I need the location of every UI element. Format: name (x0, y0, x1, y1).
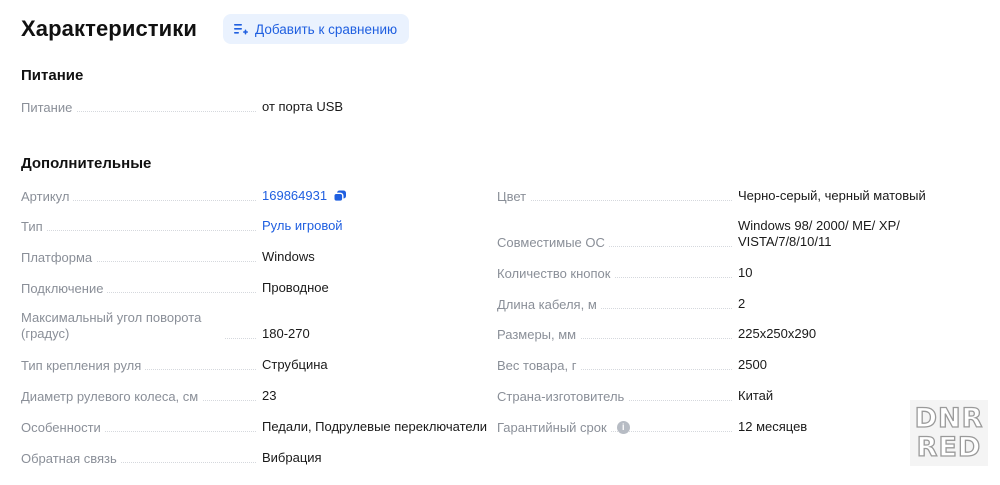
spec-label: Вес товара, г (497, 357, 738, 373)
spec-row-mount-type: Тип крепления руля Струбцина (21, 357, 328, 373)
spec-value: Струбцина (262, 357, 328, 372)
spec-label: Максимальный угол поворота (градус) (21, 310, 262, 342)
spec-label: Размеры, мм (497, 326, 738, 342)
spec-label: Тип (21, 218, 262, 234)
compare-list-icon (234, 24, 249, 35)
spec-label: Обратная связь (21, 450, 262, 466)
spec-value: от порта USB (262, 99, 344, 114)
spec-value: Проводное (262, 280, 329, 295)
watermark-line2: RED (916, 432, 982, 463)
spec-label: Подключение (21, 280, 262, 296)
spec-row-buttons-count: Количество кнопок 10 (497, 265, 752, 281)
article-number-link[interactable]: 169864931 (262, 188, 327, 204)
spec-row-warranty: Гарантийный срок i 12 месяцев (497, 419, 807, 435)
spec-label: Артикул (21, 188, 262, 204)
spec-value: Вибрация (262, 450, 322, 465)
spec-label: Страна-изготовитель (497, 388, 738, 404)
section-title-power: Питание (21, 67, 84, 84)
add-to-compare-label: Добавить к сравнению (255, 21, 398, 37)
spec-label: Количество кнопок (497, 265, 738, 281)
spec-row-rotation-angle: Максимальный угол поворота (градус) 180-… (21, 310, 310, 342)
spec-row-article: Артикул 169864931 (21, 188, 347, 204)
spec-value: Windows 98/ 2000/ ME/ XP/ VISTA/7/8/10/1… (738, 218, 900, 249)
spec-label: Гарантийный срок i (497, 419, 738, 435)
spec-row-wheel-diameter: Диаметр рулевого колеса, см 23 (21, 388, 276, 404)
spec-row-connection: Подключение Проводное (21, 280, 329, 296)
watermark-logo: DNR RED (910, 400, 988, 466)
info-icon[interactable]: i (616, 420, 630, 434)
spec-value: Китай (738, 388, 774, 403)
spec-value: 23 (262, 388, 277, 403)
spec-label: Совместимые ОС (497, 235, 738, 250)
spec-row-platform: Платформа Windows (21, 249, 315, 265)
spec-value: Windows (262, 249, 315, 264)
header: Характеристики Добавить к сравнению (21, 14, 410, 44)
spec-value: 10 (738, 265, 753, 280)
spec-row-country: Страна-изготовитель Китай (497, 388, 773, 404)
section-title-extra: Дополнительные (21, 155, 152, 172)
spec-row-weight: Вес товара, г 2500 (497, 357, 767, 373)
spec-value: Черно-серый, черный матовый (738, 188, 926, 203)
copy-icon[interactable] (333, 190, 347, 203)
spec-label: Особенности (21, 419, 262, 435)
spec-label: Длина кабеля, м (497, 296, 738, 312)
spec-row-type: Тип Руль игровой (21, 218, 343, 234)
spec-value: 180-270 (262, 326, 310, 341)
page-title: Характеристики (21, 16, 198, 41)
spec-label: Диаметр рулевого колеса, см (21, 388, 262, 404)
type-link[interactable]: Руль игровой (262, 218, 343, 234)
spec-row-cable-length: Длина кабеля, м 2 (497, 296, 745, 312)
spec-value: 225x250x290 (738, 326, 817, 341)
spec-label: Питание (21, 99, 262, 115)
spec-value: 2500 (738, 357, 767, 372)
spec-row-dimensions: Размеры, мм 225x250x290 (497, 326, 816, 342)
spec-row-power: Питание от порта USB (21, 99, 343, 115)
spec-label: Тип крепления руля (21, 357, 262, 373)
spec-value: 2 (738, 296, 746, 311)
spec-row-compatible-os: Совместимые ОС Windows 98/ 2000/ ME/ XP/… (497, 218, 938, 250)
spec-row-feedback: Обратная связь Вибрация (21, 450, 322, 466)
watermark-line1: DNR (914, 403, 984, 434)
spec-value: 12 месяцев (738, 419, 808, 434)
spec-value: Педали, Подрулевые переключатели (262, 419, 488, 434)
add-to-compare-button[interactable]: Добавить к сравнению (223, 14, 410, 44)
spec-label: Платформа (21, 249, 262, 265)
spec-row-color: Цвет Черно-серый, черный матовый (497, 188, 926, 204)
spec-row-features: Особенности Педали, Подрулевые переключа… (21, 419, 487, 435)
spec-label: Цвет (497, 188, 738, 204)
